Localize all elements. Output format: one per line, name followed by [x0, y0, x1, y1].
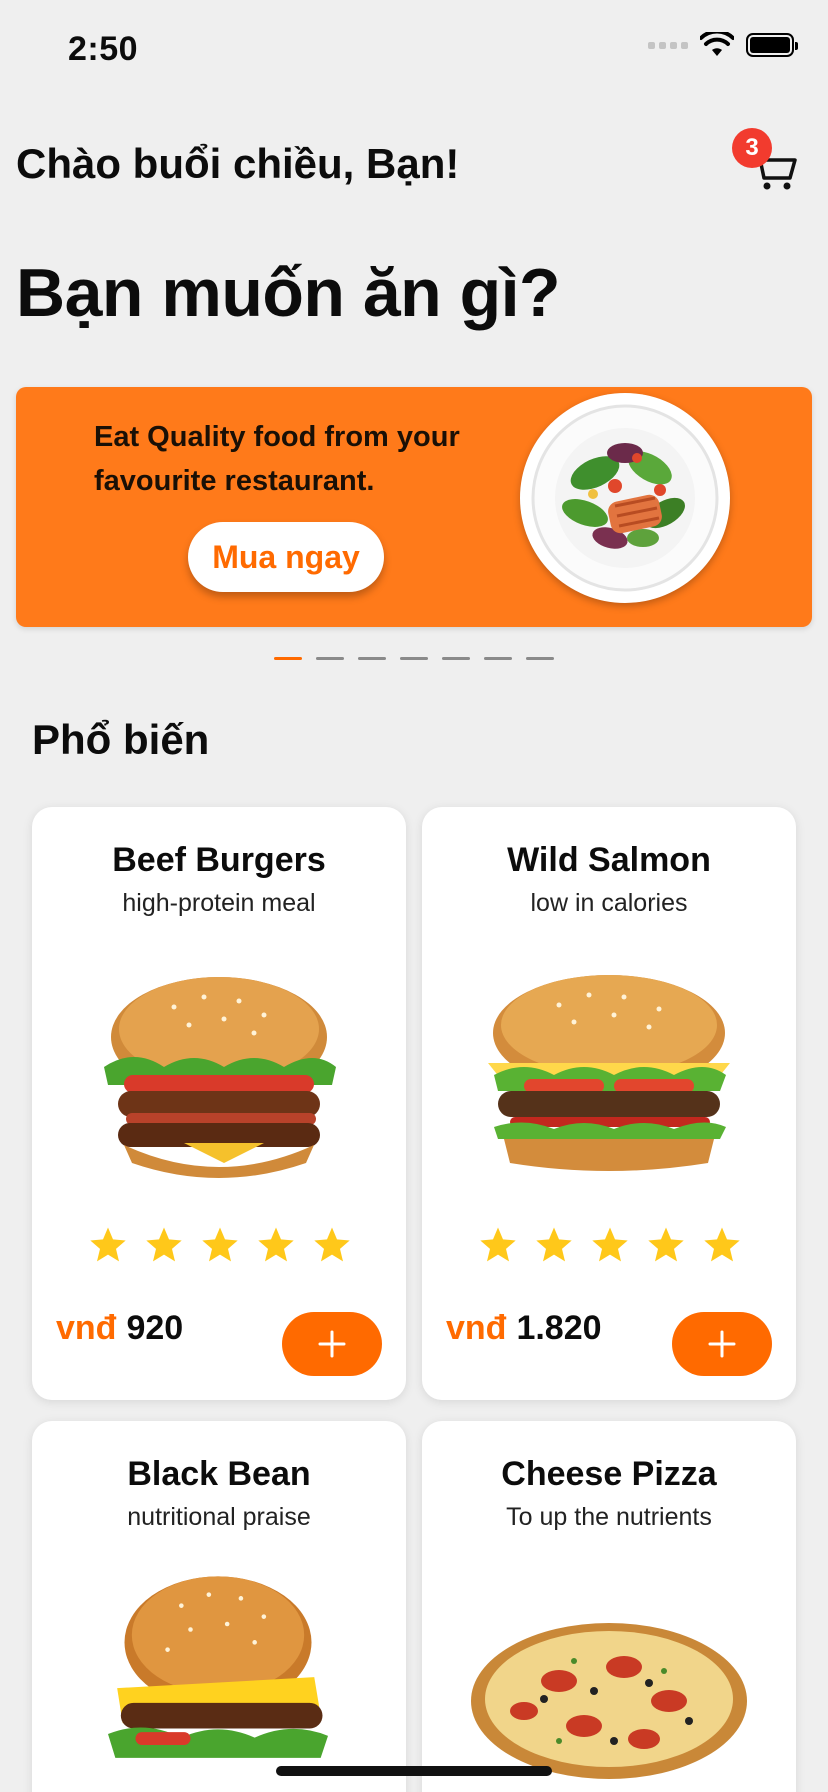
cart-button[interactable]: 3: [732, 128, 802, 196]
app-screen: 2:50 Chào buổi chiều, Bạn! 3 Bạn muốn ăn…: [0, 0, 828, 1792]
food-name: Black Bean: [127, 1455, 311, 1493]
page-dot[interactable]: [358, 657, 386, 660]
home-indicator[interactable]: [276, 1766, 552, 1776]
page-dot[interactable]: [316, 657, 344, 660]
buy-now-button[interactable]: Mua ngay: [188, 522, 384, 592]
promo-banner[interactable]: Eat Quality food from your favourite res…: [16, 387, 812, 627]
status-time: 2:50: [68, 30, 139, 68]
greeting-text: Chào buổi chiều, Bạn!: [16, 140, 460, 187]
food-price: vnđ 920: [56, 1309, 183, 1348]
add-to-cart-button[interactable]: [282, 1312, 382, 1376]
food-subtitle: high-protein meal: [122, 889, 316, 917]
food-name: Wild Salmon: [507, 841, 711, 879]
price-value: 920: [126, 1309, 184, 1347]
burger-image: [108, 1576, 328, 1758]
add-to-cart-button[interactable]: [672, 1312, 772, 1376]
burger-image: [488, 975, 730, 1171]
rating-stars: [88, 1225, 352, 1265]
star-icon: [592, 1227, 628, 1262]
page-dot[interactable]: [526, 657, 554, 660]
food-subtitle: nutritional praise: [127, 1503, 311, 1531]
cellular-signal-icon: [648, 41, 688, 49]
cart-count-badge: 3: [732, 128, 772, 168]
food-name: Beef Burgers: [112, 841, 326, 879]
food-subtitle: To up the nutrients: [506, 1503, 712, 1531]
star-icon: [536, 1227, 572, 1262]
star-icon: [146, 1227, 182, 1262]
burger-image: [104, 977, 336, 1178]
page-dot[interactable]: [274, 657, 302, 660]
salad-plate-image: [520, 393, 730, 603]
star-icon: [258, 1227, 294, 1262]
price-value: 1.820: [516, 1309, 602, 1347]
food-card[interactable]: Black Bean nutritional praise: [32, 1421, 406, 1792]
banner-text: Eat Quality food from your favourite res…: [94, 421, 460, 497]
currency-label: vnđ: [446, 1309, 507, 1347]
food-price: vnđ 1.820: [446, 1309, 602, 1348]
star-icon: [314, 1227, 350, 1262]
banner-page-indicator[interactable]: [274, 657, 554, 660]
status-indicators: [648, 32, 798, 58]
page-dot[interactable]: [442, 657, 470, 660]
page-dot[interactable]: [400, 657, 428, 660]
wifi-icon: [700, 32, 734, 56]
battery-icon: [746, 33, 798, 57]
food-subtitle: low in calories: [530, 889, 688, 917]
currency-label: vnđ: [56, 1309, 117, 1347]
page-headline: Bạn muốn ăn gì?: [16, 255, 561, 331]
star-icon: [704, 1227, 740, 1262]
star-icon: [480, 1227, 516, 1262]
star-icon: [90, 1227, 126, 1262]
pizza-image: [471, 1623, 747, 1779]
popular-section-title: Phổ biến: [32, 716, 210, 763]
star-icon: [648, 1227, 684, 1262]
plus-icon: [708, 1330, 736, 1358]
page-dot[interactable]: [484, 657, 512, 660]
food-card[interactable]: Beef Burgers high-protein meal vnđ 920: [32, 807, 406, 1400]
food-name: Cheese Pizza: [501, 1455, 717, 1493]
plus-icon: [318, 1330, 346, 1358]
food-card[interactable]: Wild Salmon low in calories vnđ 1.820: [422, 807, 796, 1400]
star-icon: [202, 1227, 238, 1262]
rating-stars: [478, 1225, 742, 1265]
food-card[interactable]: Cheese Pizza To up the nutrients: [422, 1421, 796, 1792]
